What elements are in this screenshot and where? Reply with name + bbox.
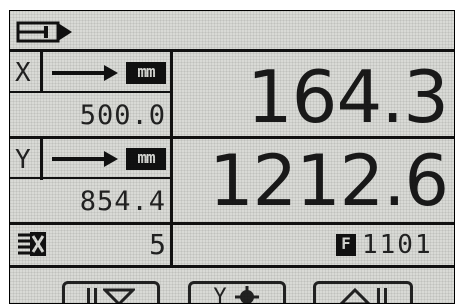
divider (40, 136, 43, 180)
softkey-y-label: Y (213, 284, 227, 304)
axis-x-label: X (15, 58, 31, 88)
divider (10, 265, 454, 268)
piece-counter-icon (18, 232, 46, 256)
axis-x-feed: 500.0 (79, 100, 166, 131)
divider (10, 177, 170, 179)
divider (10, 91, 170, 93)
program-number: 1101 (362, 230, 433, 260)
softkey-down[interactable] (62, 281, 160, 303)
axis-y-label: Y (15, 145, 31, 175)
softkey-y-center[interactable]: Y (188, 281, 286, 304)
divider (10, 49, 454, 52)
lcd-screen: X mm 500.0 164.3 Y mm 854.4 1212.6 5 F 1… (9, 10, 455, 304)
axis-y-feed: 854.4 (79, 186, 166, 217)
divider (10, 222, 454, 225)
divider (40, 49, 43, 93)
arrow-down-icon (103, 288, 135, 303)
arrow-right-icon (52, 65, 118, 81)
bar-icon (377, 288, 387, 303)
axis-x-position: 164.3 (246, 55, 449, 139)
arrow-up-icon (339, 288, 371, 303)
program-badge: F (336, 234, 356, 256)
divider (170, 49, 173, 268)
program-select-icon[interactable] (16, 20, 74, 44)
piece-counter-value: 5 (149, 228, 166, 261)
arrow-right-icon (52, 151, 118, 167)
axis-y-position: 1212.6 (209, 140, 449, 222)
softkey-up[interactable] (313, 281, 413, 303)
axis-x-unit-badge: mm (126, 62, 166, 84)
axis-y-unit-badge: mm (126, 148, 166, 170)
bar-icon (87, 288, 97, 303)
crosshair-icon (234, 286, 259, 303)
